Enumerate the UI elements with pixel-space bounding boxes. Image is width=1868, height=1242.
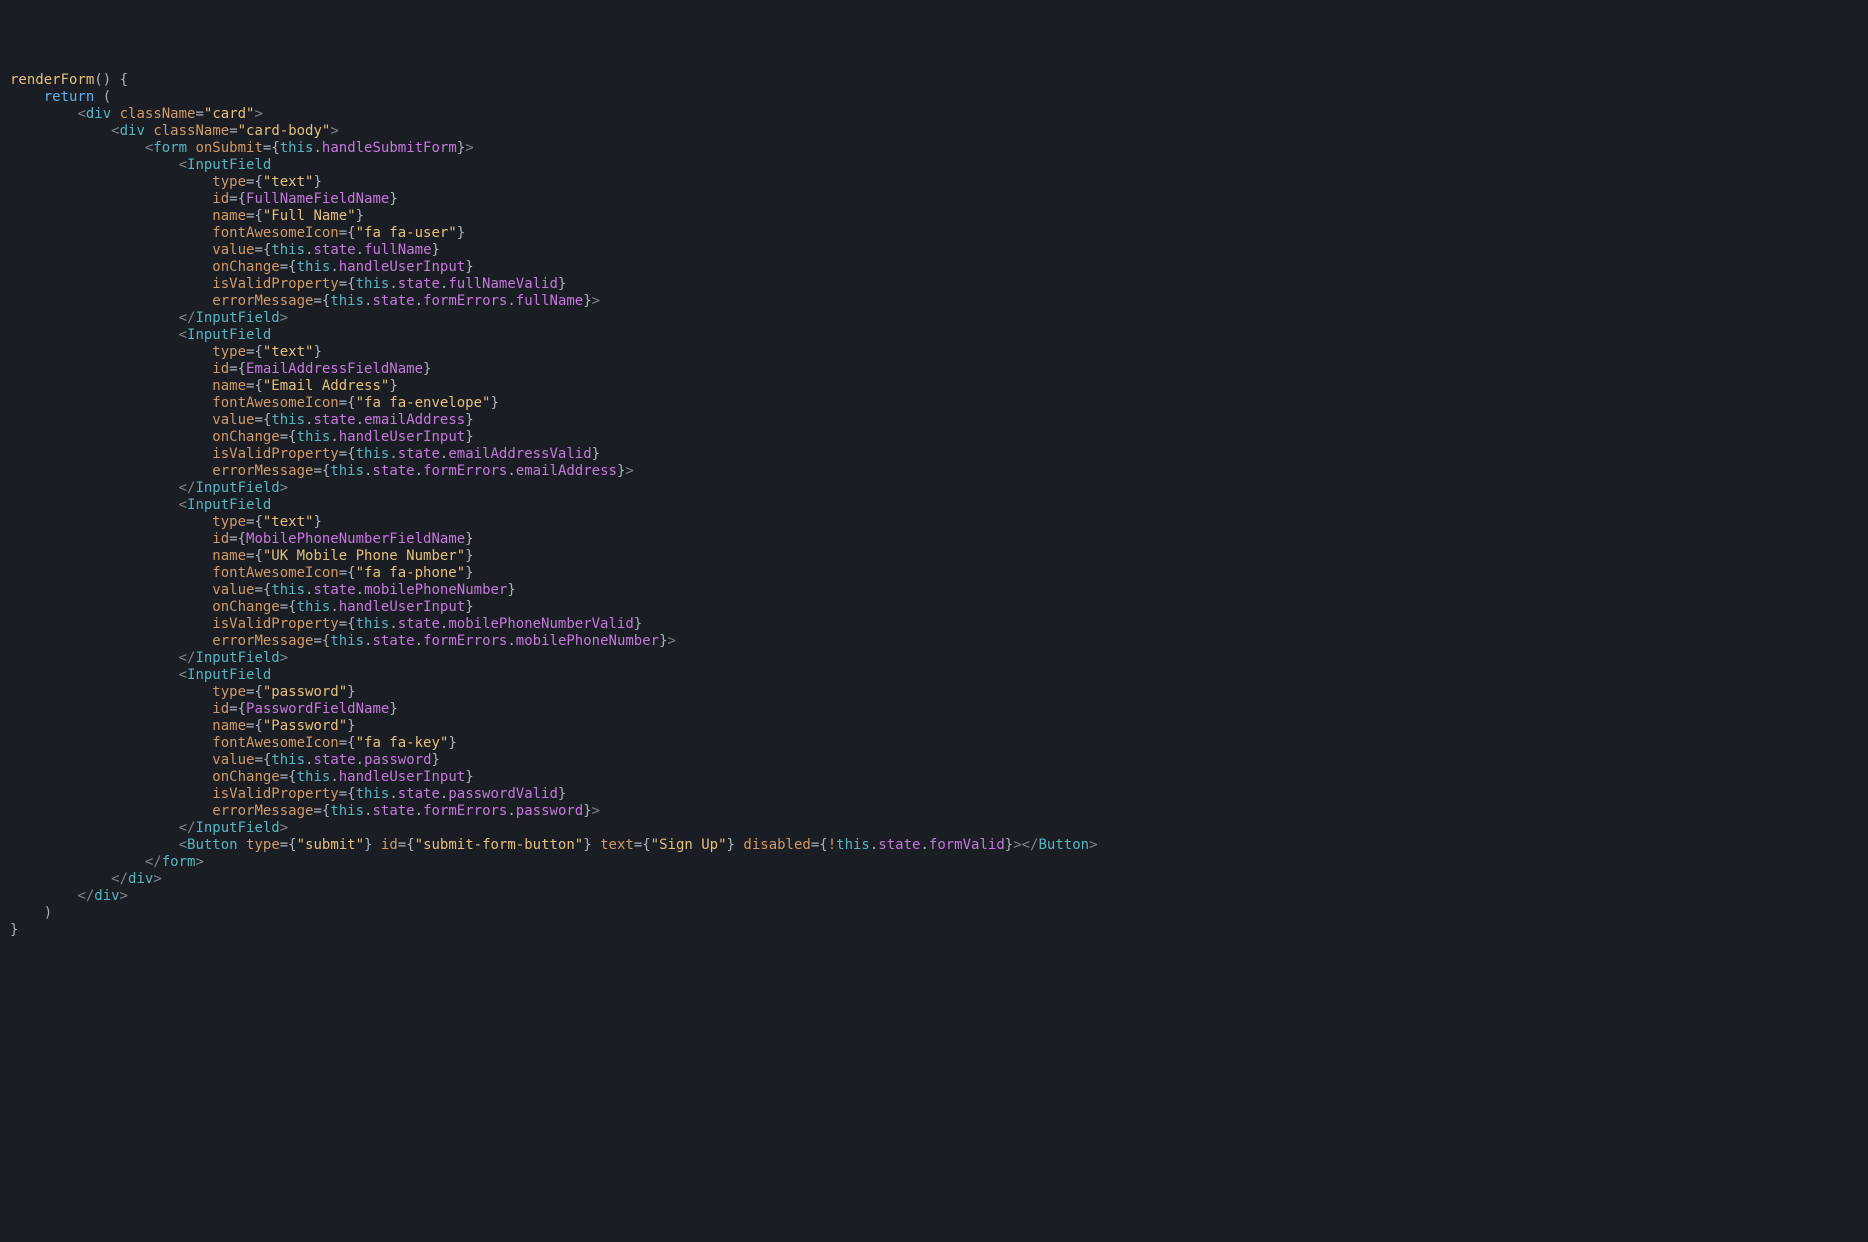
code-line: ) bbox=[8, 905, 1868, 922]
code-line: renderForm() { bbox=[8, 72, 1868, 89]
code-line: errorMessage={this.state.formErrors.emai… bbox=[8, 463, 1868, 480]
code-line: <div className="card-body"> bbox=[8, 123, 1868, 140]
code-line: isValidProperty={this.state.mobilePhoneN… bbox=[8, 616, 1868, 633]
code-line: </InputField> bbox=[8, 310, 1868, 327]
code-line: onChange={this.handleUserInput} bbox=[8, 259, 1868, 276]
code-line: return ( bbox=[8, 89, 1868, 106]
code-line: </InputField> bbox=[8, 480, 1868, 497]
code-line: <InputField bbox=[8, 667, 1868, 684]
code-line: fontAwesomeIcon={"fa fa-envelope"} bbox=[8, 395, 1868, 412]
code-line: </div> bbox=[8, 888, 1868, 905]
function-name: renderForm bbox=[10, 72, 94, 88]
code-line: name={"Email Address"} bbox=[8, 378, 1868, 395]
code-line: name={"Full Name"} bbox=[8, 208, 1868, 225]
code-line: onChange={this.handleUserInput} bbox=[8, 599, 1868, 616]
code-line: type={"password"} bbox=[8, 684, 1868, 701]
code-line: id={MobilePhoneNumberFieldName} bbox=[8, 531, 1868, 548]
code-line: <InputField bbox=[8, 327, 1868, 344]
code-line: <div className="card"> bbox=[8, 106, 1868, 123]
code-line: id={EmailAddressFieldName} bbox=[8, 361, 1868, 378]
code-line: value={this.state.password} bbox=[8, 752, 1868, 769]
code-line: isValidProperty={this.state.emailAddress… bbox=[8, 446, 1868, 463]
code-line: <InputField bbox=[8, 497, 1868, 514]
code-editor[interactable]: renderForm() { return ( <div className="… bbox=[0, 68, 1868, 943]
code-line: fontAwesomeIcon={"fa fa-phone"} bbox=[8, 565, 1868, 582]
code-line: isValidProperty={this.state.passwordVali… bbox=[8, 786, 1868, 803]
code-line: errorMessage={this.state.formErrors.pass… bbox=[8, 803, 1868, 820]
code-line: name={"UK Mobile Phone Number"} bbox=[8, 548, 1868, 565]
code-line: <form onSubmit={this.handleSubmitForm}> bbox=[8, 140, 1868, 157]
code-line: value={this.state.mobilePhoneNumber} bbox=[8, 582, 1868, 599]
code-line: <InputField bbox=[8, 157, 1868, 174]
code-line: type={"text"} bbox=[8, 514, 1868, 531]
code-line: </div> bbox=[8, 871, 1868, 888]
code-line: </InputField> bbox=[8, 820, 1868, 837]
code-line: fontAwesomeIcon={"fa fa-key"} bbox=[8, 735, 1868, 752]
code-line: onChange={this.handleUserInput} bbox=[8, 769, 1868, 786]
code-line: id={PasswordFieldName} bbox=[8, 701, 1868, 718]
code-line: type={"text"} bbox=[8, 344, 1868, 361]
code-line: </InputField> bbox=[8, 650, 1868, 667]
code-line: errorMessage={this.state.formErrors.mobi… bbox=[8, 633, 1868, 650]
code-line: name={"Password"} bbox=[8, 718, 1868, 735]
code-line: <Button type={"submit"} id={"submit-form… bbox=[8, 837, 1868, 854]
code-line: } bbox=[8, 922, 1868, 939]
code-line: </form> bbox=[8, 854, 1868, 871]
code-line: value={this.state.fullName} bbox=[8, 242, 1868, 259]
code-line: fontAwesomeIcon={"fa fa-user"} bbox=[8, 225, 1868, 242]
code-line: errorMessage={this.state.formErrors.full… bbox=[8, 293, 1868, 310]
code-line: id={FullNameFieldName} bbox=[8, 191, 1868, 208]
code-line: onChange={this.handleUserInput} bbox=[8, 429, 1868, 446]
keyword-return: return bbox=[44, 89, 95, 105]
code-line: isValidProperty={this.state.fullNameVali… bbox=[8, 276, 1868, 293]
code-line: type={"text"} bbox=[8, 174, 1868, 191]
code-line: value={this.state.emailAddress} bbox=[8, 412, 1868, 429]
